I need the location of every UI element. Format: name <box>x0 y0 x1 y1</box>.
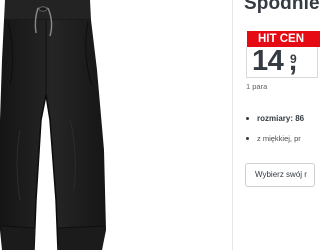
feature-item: z miękkiej, pr <box>246 134 304 144</box>
feature-text: z miękkiej, pr <box>257 134 301 143</box>
price-decimal: 9 <box>290 52 297 66</box>
unit-label: 1 para <box>246 82 268 91</box>
bullet-dot-icon <box>246 137 249 140</box>
product-title: Spodnie <box>244 0 320 14</box>
bullet-dot-icon <box>246 117 249 120</box>
price-integer: 14 <box>252 45 284 77</box>
size-select[interactable]: Wybierz swój r <box>245 163 315 187</box>
feature-list: rozmiary: 86 z miękkiej, pr <box>246 114 304 154</box>
feature-label: rozmiary: 86 <box>257 114 305 123</box>
product-image[interactable] <box>0 0 232 250</box>
column-divider <box>232 0 233 250</box>
product-image-area[interactable] <box>0 0 232 250</box>
feature-item: rozmiary: 86 <box>246 114 304 124</box>
